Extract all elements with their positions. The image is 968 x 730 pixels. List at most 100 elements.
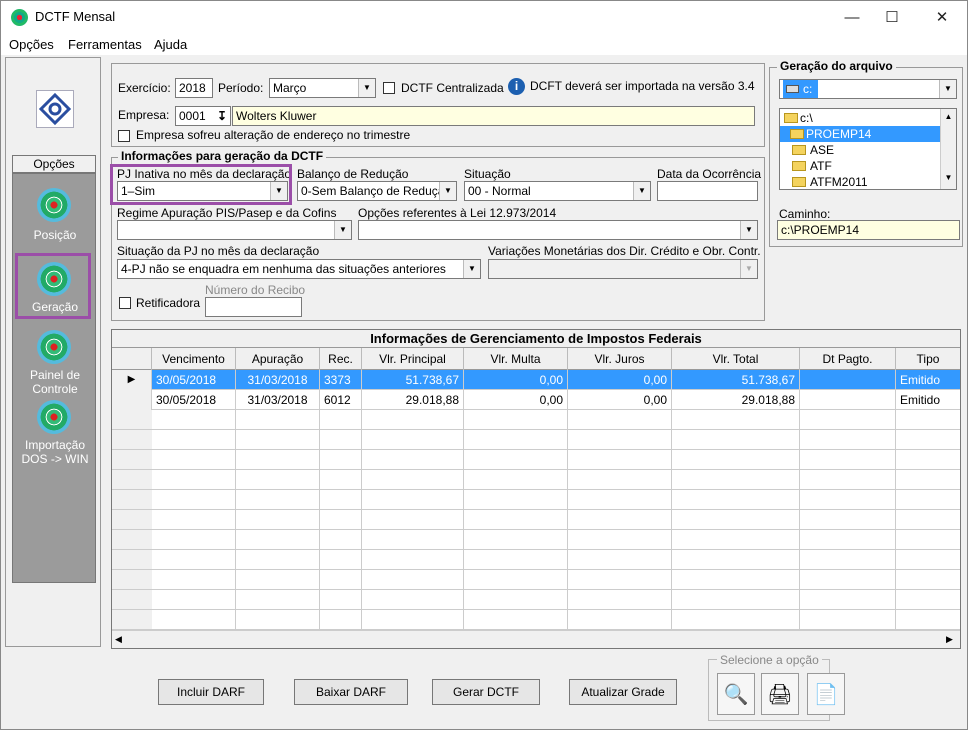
exercicio-input[interactable]: 2018 [175,78,213,98]
importacao-icon[interactable] [37,400,71,434]
horizontal-scrollbar[interactable]: ◀ ▶ [112,630,960,648]
posicao-label[interactable]: Posição [13,228,97,242]
painel-label[interactable]: Painel de Controle [13,368,97,396]
cell-dtpagto [800,390,896,410]
cell-multa: 0,00 [464,390,568,410]
posicao-icon[interactable] [37,188,71,222]
column-header[interactable]: Vlr. Total [672,348,800,370]
grid-header: Vencimento Apuração Rec. Vlr. Principal … [112,348,960,370]
folder-item[interactable]: ATFM2011 [780,174,868,190]
export-file-icon[interactable]: 📄 [807,673,845,715]
regime-select[interactable]: ▼ [117,220,352,240]
preview-icon[interactable]: 🔍 [717,673,755,715]
chevron-down-icon[interactable]: ▼ [941,173,956,182]
pj-inativa-highlight [110,164,292,205]
folder-scrollbar[interactable]: ▲ ▼ [940,109,956,189]
table-row[interactable]: 30/05/2018 31/03/2018 6012 29.018,88 0,0… [112,390,960,410]
maximize-icon[interactable]: ☐ [869,1,915,33]
column-header[interactable]: Rec. [320,348,362,370]
menu-ajuda[interactable]: Ajuda [154,37,187,52]
folder-name: c:\ [800,111,813,125]
folder-item-selected[interactable]: PROEMP14 [780,126,940,142]
atualizar-grade-button[interactable]: Atualizar Grade [569,679,677,705]
chevron-right-icon[interactable]: ▶ [946,634,953,645]
column-header[interactable]: Apuração [236,348,320,370]
cell-total: 51.738,67 [672,370,800,390]
centralizada-label: DCTF Centralizada [401,81,504,95]
chevron-down-icon[interactable]: ▼ [334,221,351,239]
baixar-darf-button[interactable]: Baixar DARF [294,679,408,705]
cell-vencimento: 30/05/2018 [152,370,236,390]
cell-vencimento: 30/05/2018 [152,390,236,410]
title-bar: DCTF Mensal — ☐ ✕ [1,1,967,33]
situacao-select[interactable]: 00 - Normal ▼ [464,181,651,201]
recibo-input[interactable] [205,297,302,317]
retificadora-checkbox[interactable] [119,297,131,309]
cell-dtpagto [800,370,896,390]
exercicio-label: Exercício: [118,81,171,95]
incluir-darf-button[interactable]: Incluir DARF [158,679,264,705]
folder-icon [792,145,806,155]
cell-juros: 0,00 [568,390,672,410]
close-icon[interactable]: ✕ [919,1,965,33]
column-header[interactable]: Vencimento [152,348,236,370]
column-header[interactable]: Vlr. Principal [362,348,464,370]
centralizada-checkbox[interactable] [383,82,395,94]
cell-juros: 0,00 [568,370,672,390]
lookup-arrow-icon[interactable]: ↧ [217,107,227,125]
alteracao-checkbox[interactable] [118,130,130,142]
row-indicator [112,390,152,410]
gerar-dctf-button[interactable]: Gerar DCTF [432,679,540,705]
chevron-left-icon[interactable]: ◀ [115,634,122,645]
variacoes-label: Variações Monetárias dos Dir. Crédito e … [488,244,761,258]
chevron-down-icon[interactable]: ▼ [358,79,375,97]
column-header[interactable]: Dt Pagto. [800,348,896,370]
taxes-grid[interactable]: Informações de Gerenciamento de Impostos… [111,329,961,649]
empresa-code: 0001 [179,109,206,123]
app-icon [11,9,28,26]
table-row[interactable]: ▶ 30/05/2018 31/03/2018 3373 51.738,67 0… [112,370,960,390]
info-text: DCFT deverá ser importada na versão 3.4 [530,79,755,93]
chevron-down-icon[interactable]: ▼ [439,182,456,200]
drive-text: c: [803,82,813,96]
empresa-code-input[interactable]: 0001 ↧ [175,106,231,126]
folder-item[interactable]: ASE [780,142,834,158]
info-group-title: Informações para geração da DCTF [118,149,327,163]
folder-list[interactable]: c:\ PROEMP14 ASE ATF ATFM2011 ▲ ▼ [779,108,957,190]
column-header[interactable]: Vlr. Multa [464,348,568,370]
drive-value: c: [783,80,819,98]
opcoes-lei-select[interactable]: ▼ [358,220,758,240]
folder-item[interactable]: c:\ [780,110,813,126]
balanco-select[interactable]: 0-Sem Balanço de Redução ▼ [297,181,457,201]
importacao-label[interactable]: Importação DOS -> WIN [13,438,97,466]
menu-opcoes[interactable]: Opções [9,37,54,52]
periodo-select[interactable]: Março ▼ [269,78,376,98]
painel-icon[interactable] [37,330,71,364]
chevron-down-icon[interactable]: ▼ [463,260,480,278]
chevron-down-icon[interactable]: ▼ [740,221,757,239]
chevron-down-icon[interactable]: ▼ [939,80,956,98]
empresa-name-field: Wolters Kluwer [232,106,755,126]
folder-name: ATF [810,159,832,173]
situacao-pj-select[interactable]: 4-PJ não se enquadra em nenhuma das situ… [117,259,481,279]
menu-bar: Opções Ferramentas Ajuda [1,33,967,55]
column-header[interactable]: Vlr. Juros [568,348,672,370]
chevron-up-icon[interactable]: ▲ [941,112,956,121]
folder-open-icon [790,129,804,139]
column-header[interactable]: Tipo [896,348,960,370]
chevron-down-icon[interactable]: ▼ [633,182,650,200]
geracao-title: Geração do arquivo [777,59,896,73]
printer-icon[interactable]: 🖨 [761,673,799,715]
options-title: Selecione a opção [717,653,822,667]
data-ocorrencia-input[interactable] [657,181,758,201]
cell-tipo: Emitido [900,373,941,387]
column-header [112,348,152,370]
drive-select[interactable]: c: ▼ [779,79,957,99]
folder-item[interactable]: ATF [780,158,832,174]
cell-principal: 29.018,88 [362,390,464,410]
empty-rows [112,410,960,630]
grid-lines [152,410,960,630]
options-list: Posição Geração Painel de Controle Impor… [12,173,96,583]
opcoes-header: Opções [12,155,96,173]
menu-ferramentas[interactable]: Ferramentas [68,37,142,52]
